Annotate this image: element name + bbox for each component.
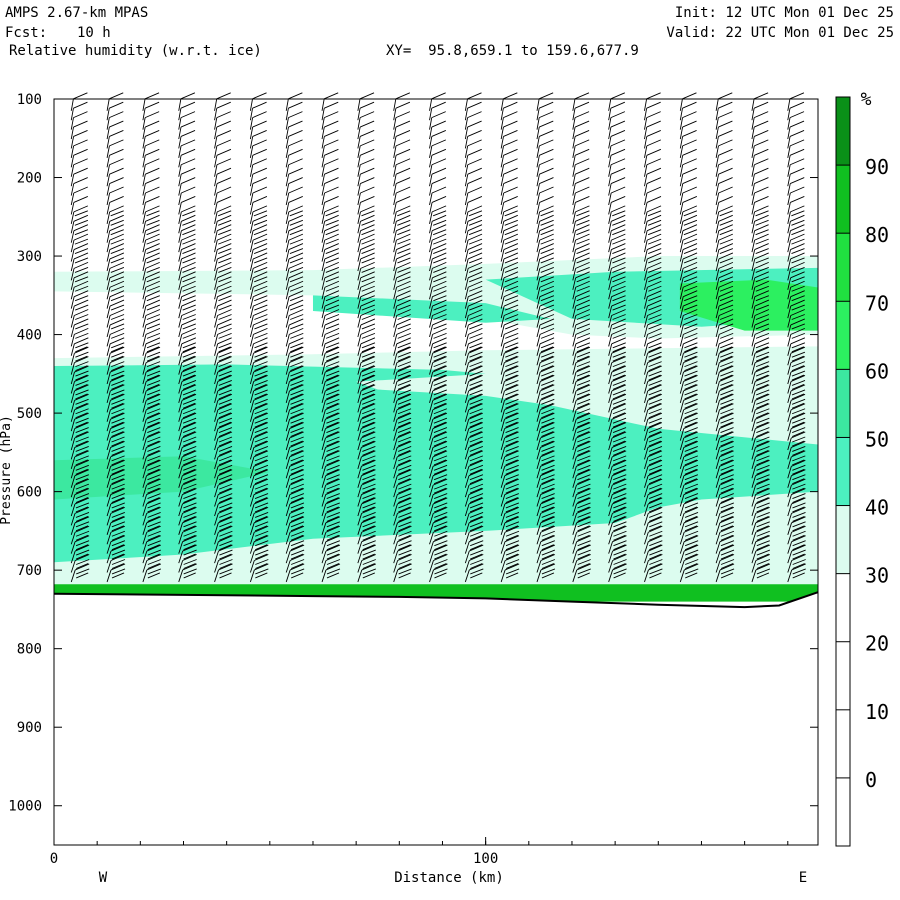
colorbar-segment [836, 777, 850, 846]
wind-barb-flag [252, 92, 267, 100]
y-tick-label: 300 [17, 249, 42, 265]
wind-barb-flag [789, 92, 805, 100]
wind-barb-flag [144, 92, 160, 100]
colorbar-segment [836, 97, 850, 166]
wind-barb-flag [682, 92, 697, 100]
colorbar-segment [836, 369, 850, 438]
wind-barb-flag [395, 92, 411, 100]
colorbar-segment [836, 505, 850, 574]
y-tick-label: 200 [17, 171, 42, 187]
colorbar-unit: % [861, 89, 872, 110]
colorbar-tick-label: 70 [865, 291, 889, 315]
colorbar-tick-label: 60 [865, 359, 889, 383]
colorbar-tick-label: 40 [865, 496, 889, 520]
wind-barb-flag [324, 92, 339, 100]
wind-barb-flag [646, 92, 661, 100]
y-tick-label: 100 [17, 92, 42, 108]
wind-barb-flag [718, 92, 733, 100]
colorbar-tick-label: 10 [865, 700, 889, 724]
x-end-label-west: W [99, 870, 108, 886]
wind-barb-flag [73, 92, 88, 100]
colorbar-tick-label: 20 [865, 632, 889, 656]
colorbar-segment [836, 437, 850, 506]
wind-barb-flag [574, 92, 590, 100]
colorbar-tick-label: 80 [865, 223, 889, 247]
x-axis-title: Distance (km) [394, 870, 504, 886]
y-tick-label: 900 [17, 720, 42, 736]
cross-section-chart: 10020030040050060070080090010000 100W EDis… [0, 89, 889, 886]
wind-barb-flag [288, 92, 303, 100]
y-tick-label: 500 [17, 406, 42, 422]
y-tick-label: 400 [17, 328, 42, 344]
colorbar-tick-label: 30 [865, 564, 889, 588]
wind-barb-flag [431, 92, 446, 100]
terrain-below [54, 592, 818, 845]
wind-barb-flag [216, 92, 231, 100]
y-tick-label: 600 [17, 485, 42, 501]
colorbar-tick-label: 0 [865, 768, 877, 792]
wind-barb-flag [753, 92, 769, 100]
x-tick-label: 100 [473, 851, 498, 867]
x-end-label-east: E [799, 870, 807, 886]
wind-barb-flag [538, 92, 554, 100]
wind-barb-flag [359, 92, 375, 100]
colorbar-tick-label: 50 [865, 427, 889, 451]
wind-barb-flag [503, 92, 518, 100]
colorbar-segment [836, 709, 850, 778]
wind-barb-flag [180, 92, 196, 100]
wind-barb-flag [109, 92, 124, 100]
colorbar-segment [836, 573, 850, 642]
wind-barb-flag [610, 92, 625, 100]
y-axis-title: Pressure (hPa) [0, 415, 14, 525]
y-tick-label: 700 [17, 563, 42, 579]
colorbar-segment [836, 165, 850, 234]
colorbar-segment [836, 641, 850, 710]
colorbar-segment [836, 301, 850, 370]
colorbar-segment [836, 233, 850, 302]
wind-barb-flag [467, 92, 482, 100]
colorbar-tick-label: 90 [865, 155, 889, 179]
y-tick-label: 800 [17, 642, 42, 658]
y-tick-label: 1000 [8, 799, 42, 815]
x-tick-label: 0 [50, 851, 58, 867]
